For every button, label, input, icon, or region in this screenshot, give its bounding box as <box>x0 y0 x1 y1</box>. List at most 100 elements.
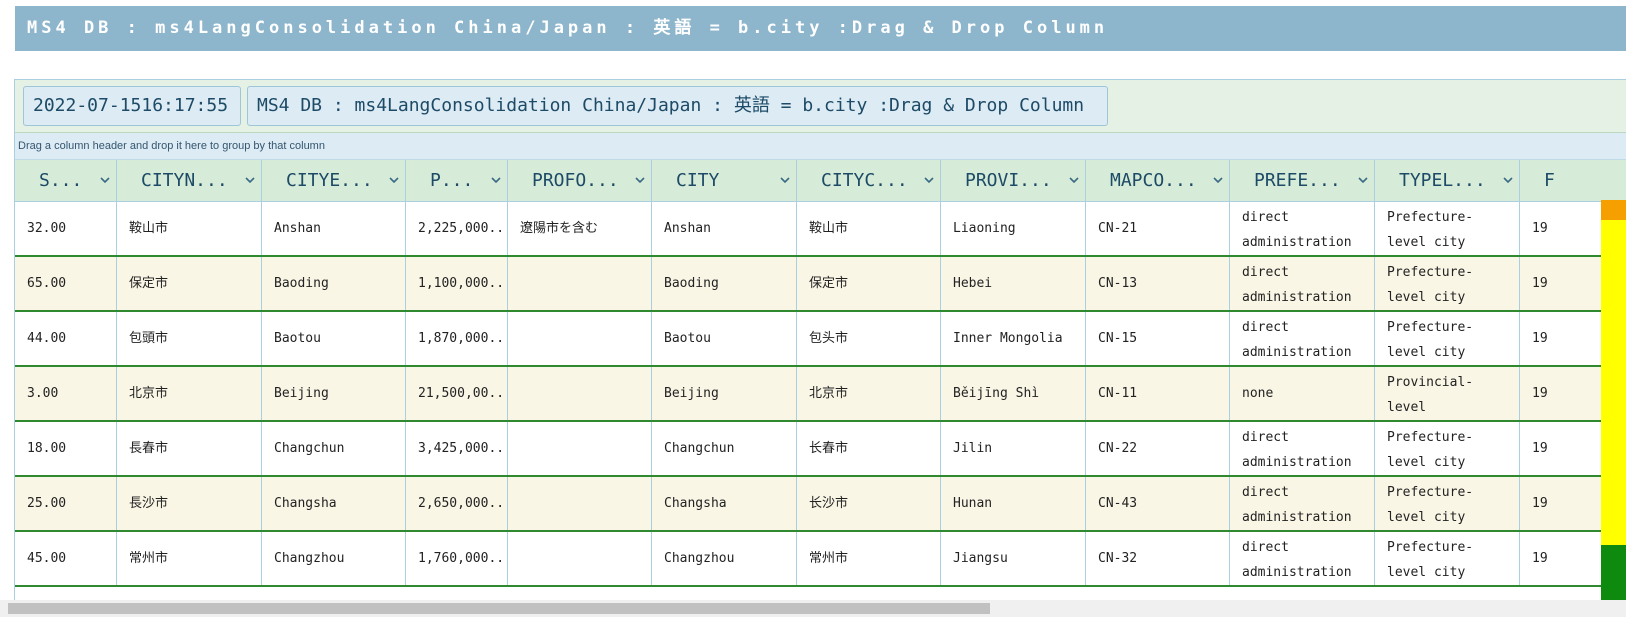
table-cell[interactable]: 2,650,000... <box>406 477 508 530</box>
table-cell[interactable] <box>508 422 652 475</box>
table-cell[interactable]: Prefecture-level city <box>1375 257 1520 310</box>
table-row[interactable]: 3.00 北京市 Beijing 21,500,00... Beijing 北京市 Běij… <box>15 367 1626 422</box>
table-cell[interactable]: Prefecture-level city <box>1375 312 1520 365</box>
table-cell[interactable]: 65.00 <box>15 257 117 310</box>
table-cell[interactable] <box>508 257 652 310</box>
table-cell[interactable]: Hebei <box>941 257 1086 310</box>
table-cell[interactable]: Inner Mongolia <box>941 312 1086 365</box>
table-cell[interactable]: direct administration <box>1230 257 1375 310</box>
table-cell[interactable]: 長春市 <box>117 422 262 475</box>
table-cell[interactable]: CN-13 <box>1086 257 1230 310</box>
table-cell[interactable]: 北京市 <box>117 367 262 420</box>
table-cell[interactable]: CN-21 <box>1086 202 1230 255</box>
column-header-5[interactable]: PROFO... <box>508 160 652 201</box>
column-header-2[interactable]: CITYN... <box>117 160 262 201</box>
table-cell[interactable]: 21,500,00... <box>406 367 508 420</box>
table-cell[interactable]: Provincial-level municipality <box>1375 367 1520 420</box>
table-cell[interactable]: Prefecture-level city <box>1375 532 1520 585</box>
table-cell[interactable]: Anshan <box>652 202 797 255</box>
chevron-down-icon[interactable] <box>100 177 110 185</box>
chevron-down-icon[interactable] <box>1358 177 1368 185</box>
chevron-down-icon[interactable] <box>389 177 399 185</box>
table-cell[interactable]: 18.00 <box>15 422 117 475</box>
column-header-1[interactable]: S... <box>15 160 117 201</box>
table-cell[interactable]: CN-15 <box>1086 312 1230 365</box>
table-cell[interactable]: 遼陽市を含む <box>508 202 652 255</box>
table-cell[interactable]: Baoding <box>262 257 406 310</box>
table-cell[interactable]: Changsha <box>262 477 406 530</box>
table-cell[interactable]: 常州市 <box>797 532 941 585</box>
table-cell[interactable]: direct administration <box>1230 422 1375 475</box>
table-cell[interactable]: 长沙市 <box>797 477 941 530</box>
column-header-4[interactable]: P... <box>406 160 508 201</box>
table-cell[interactable] <box>508 532 652 585</box>
table-cell[interactable]: Changsha <box>652 477 797 530</box>
table-cell[interactable]: Changchun <box>262 422 406 475</box>
table-cell[interactable]: 保定市 <box>117 257 262 310</box>
chevron-down-icon[interactable] <box>491 177 501 185</box>
table-cell[interactable]: 1,870,000... <box>406 312 508 365</box>
table-cell[interactable]: CN-32 <box>1086 532 1230 585</box>
table-cell[interactable]: Baoding <box>652 257 797 310</box>
column-header-3[interactable]: CITYE... <box>262 160 406 201</box>
column-header-10[interactable]: PREFE... <box>1230 160 1375 201</box>
table-row[interactable]: 32.00 鞍山市 Anshan 2,225,000... 遼陽市を含む Anshan 鞍山… <box>15 202 1626 257</box>
table-cell[interactable]: Liaoning <box>941 202 1086 255</box>
table-cell[interactable]: 3,425,000... <box>406 422 508 475</box>
table-cell[interactable]: Běijīng Shì <box>941 367 1086 420</box>
table-cell[interactable] <box>508 312 652 365</box>
table-cell[interactable] <box>508 477 652 530</box>
chevron-down-icon[interactable] <box>1503 177 1513 185</box>
table-cell[interactable]: Beijing <box>262 367 406 420</box>
chevron-down-icon[interactable] <box>924 177 934 185</box>
table-cell[interactable]: direct administration <box>1230 532 1375 585</box>
group-by-drop-zone[interactable]: Drag a column header and drop it here to… <box>15 133 1626 160</box>
table-cell[interactable]: 包头市 <box>797 312 941 365</box>
table-cell[interactable]: 2,225,000... <box>406 202 508 255</box>
column-header-7[interactable]: CITYC... <box>797 160 941 201</box>
table-cell[interactable]: Prefecture-level city <box>1375 422 1520 475</box>
table-cell[interactable]: direct administration <box>1230 312 1375 365</box>
table-cell[interactable]: 鞍山市 <box>117 202 262 255</box>
table-cell[interactable]: 長沙市 <box>117 477 262 530</box>
table-row[interactable]: 65.00 保定市 Baoding 1,100,000... Baoding 保定市 Heb… <box>15 257 1626 312</box>
table-cell[interactable]: Hunan <box>941 477 1086 530</box>
table-cell[interactable]: direct administration <box>1230 477 1375 530</box>
scrollbar-thumb[interactable] <box>8 603 990 614</box>
table-row[interactable]: 44.00 包頭市 Baotou 1,870,000... Baotou 包头市 Inner… <box>15 312 1626 367</box>
chevron-down-icon[interactable] <box>635 177 645 185</box>
table-cell[interactable]: 1,100,000... <box>406 257 508 310</box>
table-cell[interactable]: CN-11 <box>1086 367 1230 420</box>
table-cell[interactable]: 25.00 <box>15 477 117 530</box>
table-cell[interactable]: Beijing <box>652 367 797 420</box>
table-cell[interactable] <box>508 367 652 420</box>
table-cell[interactable]: 常州市 <box>117 532 262 585</box>
column-header-12[interactable]: F <box>1520 160 1626 201</box>
chevron-down-icon[interactable] <box>245 177 255 185</box>
table-row[interactable]: 18.00 長春市 Changchun 3,425,000... Changchun 长春… <box>15 422 1626 477</box>
column-header-6[interactable]: CITY <box>652 160 797 201</box>
table-cell[interactable]: 长春市 <box>797 422 941 475</box>
chevron-down-icon[interactable] <box>1069 177 1079 185</box>
column-header-11[interactable]: TYPEL... <box>1375 160 1520 201</box>
table-cell[interactable]: Prefecture-level city <box>1375 477 1520 530</box>
table-cell[interactable]: none <box>1230 367 1375 420</box>
table-cell[interactable]: Baotou <box>262 312 406 365</box>
table-cell[interactable]: Changzhou <box>262 532 406 585</box>
table-cell[interactable]: 包頭市 <box>117 312 262 365</box>
table-cell[interactable]: 32.00 <box>15 202 117 255</box>
table-cell[interactable]: Changzhou <box>652 532 797 585</box>
horizontal-scrollbar[interactable] <box>0 600 1626 617</box>
table-cell[interactable]: 45.00 <box>15 532 117 585</box>
chevron-down-icon[interactable] <box>780 177 790 185</box>
column-header-8[interactable]: PROVI... <box>941 160 1086 201</box>
table-cell[interactable]: CN-22 <box>1086 422 1230 475</box>
chevron-down-icon[interactable] <box>1213 177 1223 185</box>
table-row[interactable]: 45.00 常州市 Changzhou 1,760,000... Changzhou 常州… <box>15 532 1626 587</box>
table-cell[interactable]: 北京市 <box>797 367 941 420</box>
table-cell[interactable]: Jilin <box>941 422 1086 475</box>
table-cell[interactable]: Prefecture-level city <box>1375 202 1520 255</box>
table-cell[interactable]: 保定市 <box>797 257 941 310</box>
table-cell[interactable]: 鞍山市 <box>797 202 941 255</box>
table-cell[interactable]: Baotou <box>652 312 797 365</box>
